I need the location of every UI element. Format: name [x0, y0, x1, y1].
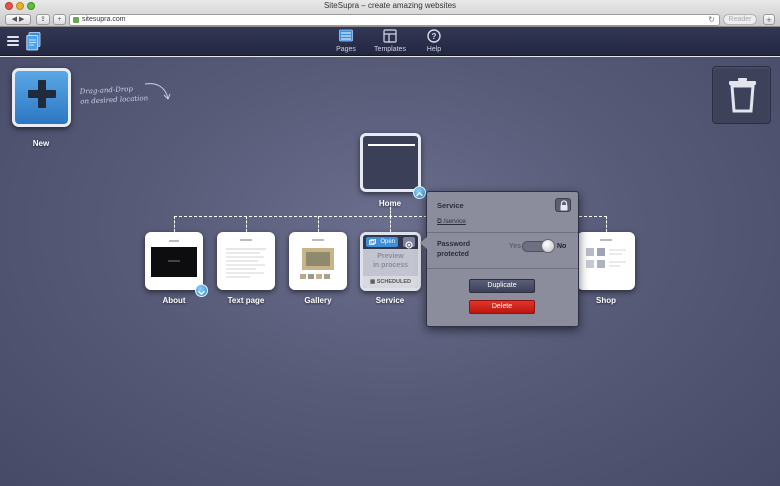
document-icon[interactable]: [26, 32, 41, 51]
service-toolbar: Open: [363, 235, 418, 249]
gallery-thumbnail: [300, 239, 334, 279]
page-path-link[interactable]: ⧉ /service: [437, 218, 466, 226]
gallery-label: Gallery: [304, 296, 332, 305]
open-label: Open: [380, 239, 395, 245]
service-settings-button[interactable]: [403, 237, 415, 249]
connector-shop: [606, 216, 607, 232]
plus-icon: +: [57, 16, 62, 23]
browser-toolbar: ◀ ▶ ⇪ + sitesupra.com ↻ Reader +: [0, 13, 780, 27]
forward-icon[interactable]: ▶: [19, 16, 24, 23]
menu-icon[interactable]: [7, 36, 19, 46]
favicon-icon: [73, 17, 79, 23]
connector-service: [390, 216, 391, 232]
share-button[interactable]: ⇪: [36, 14, 50, 25]
nav-pages[interactable]: Pages: [324, 29, 368, 53]
lock-icon: [560, 200, 568, 211]
lock-button[interactable]: [555, 198, 571, 212]
new-tab-button[interactable]: +: [763, 14, 775, 25]
service-label: Service: [375, 296, 405, 305]
app-header: Pages Templates ? Help: [0, 27, 780, 56]
window-title: SiteSupra – create amazing websites: [323, 1, 457, 10]
browser-chrome: SiteSupra – create amazing websites ◀ ▶ …: [0, 0, 780, 27]
home-header-bar: [368, 144, 415, 146]
hint-arrow-icon: [144, 83, 171, 100]
delete-button[interactable]: Delete: [469, 300, 535, 314]
windows-icon: [369, 239, 376, 245]
preview-line-1: Preview: [377, 253, 404, 260]
preview-in-process: Preview in process: [363, 249, 418, 276]
reload-icon[interactable]: ↻: [708, 15, 715, 24]
new-page-tile[interactable]: [12, 68, 71, 127]
page-properties-popup: Service ⧉ /service Password protected Ye…: [420, 191, 579, 327]
pages-icon: [339, 29, 353, 42]
preview-line-2: in process: [372, 262, 408, 269]
nav-help[interactable]: ? Help: [412, 29, 456, 53]
trash-icon: [729, 78, 756, 113]
scheduled-label: SCHEDULED: [376, 279, 411, 285]
text-page-tile[interactable]: [217, 232, 275, 290]
svg-text:?: ?: [432, 32, 437, 41]
about-label: About: [162, 296, 186, 305]
calendar-icon: ▦: [370, 279, 376, 285]
popup-title: Service: [437, 201, 464, 210]
open-button[interactable]: Open: [366, 237, 398, 247]
help-icon: ?: [427, 29, 441, 43]
popup-arrow: [420, 237, 427, 249]
password-label: Password protected: [437, 240, 470, 260]
about-thumb-header: [151, 238, 197, 244]
gallery-page-tile[interactable]: [289, 232, 347, 290]
new-label: New: [32, 139, 50, 148]
connector-gallery: [318, 216, 319, 232]
nav-templates[interactable]: Templates: [368, 29, 412, 53]
nav-help-label: Help: [426, 46, 442, 53]
popup-divider: [427, 268, 578, 269]
duplicate-button[interactable]: Duplicate: [469, 279, 535, 293]
title-bar: SiteSupra – create amazing websites: [0, 0, 780, 13]
add-bookmark-button[interactable]: +: [53, 14, 66, 25]
password-line-2: protected: [437, 251, 469, 258]
toggle-knob[interactable]: [541, 239, 555, 253]
service-page-tile[interactable]: Open Preview in process ▦ SCHEDULED: [360, 232, 421, 291]
text-page-label: Text page: [227, 296, 265, 305]
hint-line-2: on desired location: [80, 94, 149, 106]
share-icon: ⇪: [40, 16, 46, 23]
address-bar[interactable]: sitesupra.com ↻: [69, 14, 720, 26]
back-icon[interactable]: ◀: [12, 16, 17, 23]
drag-handle[interactable]: [31, 126, 53, 127]
nav-templates-label: Templates: [374, 46, 406, 53]
collapse-home-button[interactable]: [413, 186, 426, 199]
about-thumbnail: [151, 247, 197, 277]
about-page-tile[interactable]: [145, 232, 203, 290]
windows-icon: ⧉: [437, 218, 442, 225]
shop-thumbnail: [586, 239, 626, 268]
back-forward-buttons[interactable]: ◀ ▶: [5, 14, 31, 25]
toggle-yes-label[interactable]: Yes: [509, 243, 521, 250]
trash-dropzone[interactable]: [712, 66, 771, 124]
password-line-1: Password: [437, 241, 471, 248]
popup-divider: [427, 232, 578, 233]
connector-text-page: [246, 216, 247, 232]
sitemap-canvas: New Drag-and-Drop on desired location Ho…: [0, 57, 780, 486]
toggle-no-label[interactable]: No: [557, 243, 566, 250]
url-text: sitesupra.com: [82, 16, 126, 23]
nav-pages-label: Pages: [336, 46, 356, 53]
scheduled-badge: ▦ SCHEDULED: [363, 276, 418, 288]
page-path-text: /service: [443, 218, 466, 225]
plus-icon: [28, 80, 56, 108]
connector-about: [174, 216, 175, 232]
shop-page-tile[interactable]: [577, 232, 635, 290]
drag-drop-hint: Drag-and-Drop on desired location: [80, 83, 149, 107]
home-page-tile[interactable]: [360, 133, 421, 192]
templates-icon: [383, 29, 397, 43]
text-page-thumbnail: [226, 239, 266, 278]
reader-button[interactable]: Reader: [723, 14, 757, 25]
